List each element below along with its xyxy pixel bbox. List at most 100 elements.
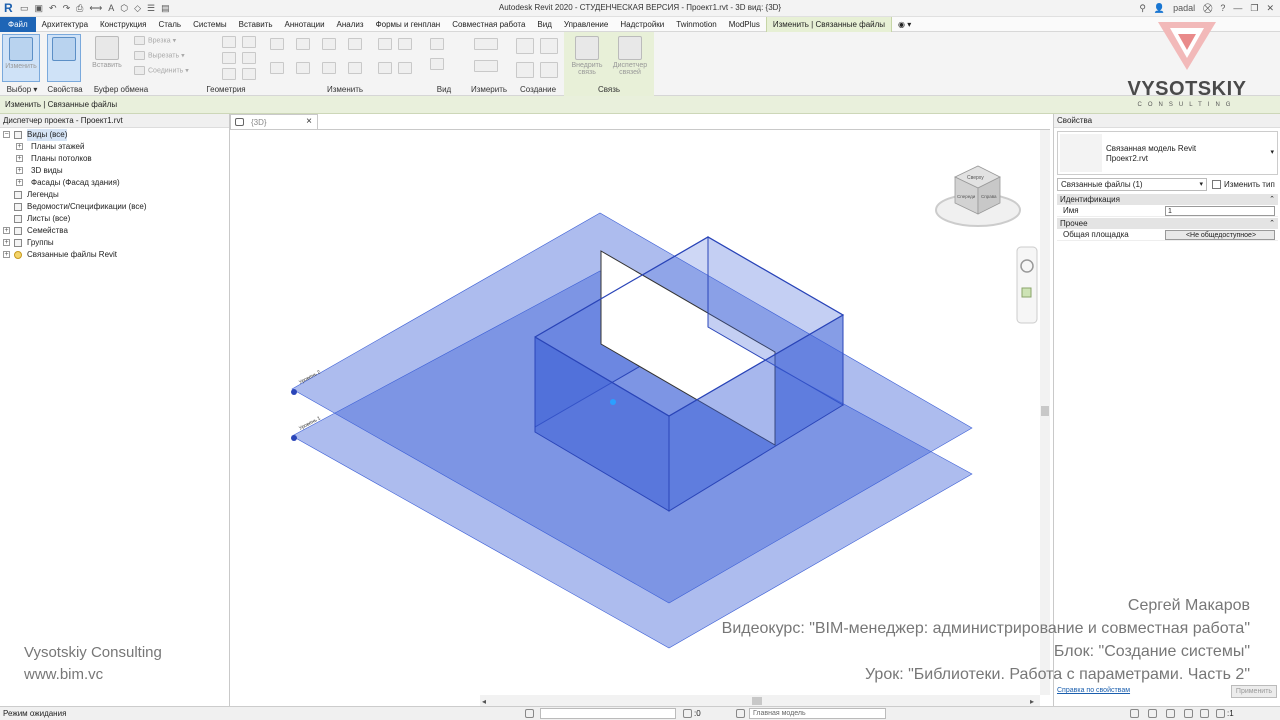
drag-elements-icon[interactable] [1200,709,1209,718]
collapse-icon[interactable]: − [3,131,10,138]
select-by-face-icon[interactable] [1184,709,1193,718]
browser-item-views[interactable]: − Виды (все) [0,129,229,141]
expand-icon[interactable]: + [3,227,10,234]
selection-point[interactable] [610,399,616,405]
array-icon[interactable] [398,38,412,50]
geometry-tool-6-icon[interactable] [242,68,256,80]
tab-modify-links[interactable]: Изменить | Связанные файлы [765,16,893,32]
user-name[interactable]: padal [1173,2,1195,14]
expand-icon[interactable]: + [3,239,10,246]
hide-icon[interactable] [430,38,444,50]
worksets-icon[interactable] [525,709,534,718]
geometry-tool-1-icon[interactable] [222,36,236,48]
horizontal-scroll-thumb[interactable] [752,697,762,705]
tab-annotate[interactable]: Аннотации [279,17,331,32]
tab-insert[interactable]: Вставить [233,17,279,32]
tab-file[interactable]: Файл [0,16,36,32]
browser-item-3d-views[interactable]: + 3D виды [0,165,229,177]
help-icon[interactable]: ? [1220,2,1225,14]
offset-icon[interactable] [296,38,310,50]
paste-button[interactable]: Вставить [88,34,126,82]
section-other[interactable]: Прочее ⌃ [1057,218,1278,229]
dimension-tool-icon[interactable] [474,60,498,72]
browser-item-elevations[interactable]: + Фасады (Фасад здания) [0,177,229,189]
browser-item-floor-plans[interactable]: + Планы этажей [0,141,229,153]
level-head-lower[interactable] [291,435,297,441]
mirror-draw-icon[interactable] [348,38,362,50]
scroll-left-arrow-icon[interactable]: ◂ [482,697,486,706]
browser-item-schedules[interactable]: Ведомости/Спецификации (все) [0,201,229,213]
create-similar-icon[interactable] [516,38,534,54]
delete-icon[interactable] [398,62,412,74]
expand-icon[interactable]: + [16,167,23,174]
tab-modplus[interactable]: ModPlus [723,17,766,32]
level-head-upper[interactable] [291,389,297,395]
tab-view[interactable]: Вид [531,17,557,32]
geometry-tool-3-icon[interactable] [222,52,236,64]
shared-site-button[interactable]: <Не общедоступное> [1165,230,1275,240]
restore-icon[interactable]: ❐ [1250,2,1258,14]
tab-addins[interactable]: Надстройки [614,17,670,32]
expand-icon[interactable]: + [16,155,23,162]
browser-item-revit-links[interactable]: + Связанные файлы Revit [0,249,229,261]
create-group-icon[interactable] [540,38,558,54]
create-parts-icon[interactable] [516,62,534,78]
chevron-down-icon[interactable]: ▾ [1270,148,1274,156]
bind-link-button[interactable]: Внедрить связь [567,34,607,82]
editable-only-icon[interactable] [683,709,692,718]
expand-icon[interactable]: + [3,251,10,258]
type-selector[interactable]: Связанная модель Revit Проект2.rvt ▾ [1057,131,1278,175]
collapse-section-icon[interactable]: ⌃ [1269,194,1275,205]
tab-architecture[interactable]: Архитектура [36,17,94,32]
properties-help-link[interactable]: Справка по свойствам [1057,687,1130,694]
rotate-icon[interactable] [322,62,336,74]
group-label-select[interactable]: Выбор ▾ [0,85,44,94]
tab-structure[interactable]: Конструкция [94,17,152,32]
tab-steel[interactable]: Сталь [152,17,187,32]
zoom-icon[interactable] [1021,287,1032,298]
override-icon[interactable] [430,58,444,70]
create-assembly-icon[interactable] [540,62,558,78]
tab-systems[interactable]: Системы [187,17,233,32]
browser-item-sheets[interactable]: Листы (все) [0,213,229,225]
vertical-scroll-thumb[interactable] [1041,406,1049,416]
select-links-icon[interactable] [1130,709,1139,718]
close-icon[interactable]: ✕ [1266,2,1274,14]
cut-button[interactable]: Врезка ▾ [134,36,176,45]
user-icon[interactable]: 👤 [1154,2,1165,14]
copy-icon[interactable] [296,62,310,74]
section-identification[interactable]: Идентификация ⌃ [1057,194,1278,205]
tab-options-icon[interactable]: ◉ ▾ [892,17,917,32]
binoculars-icon[interactable]: ⚲ [1139,2,1146,14]
join-button[interactable]: Соединить ▾ [134,66,189,75]
tab-collaborate[interactable]: Совместная работа [446,17,531,32]
tab-analyze[interactable]: Анализ [331,17,370,32]
minimize-icon[interactable]: — [1233,2,1242,14]
pin-icon[interactable] [378,62,392,74]
align-icon[interactable] [270,38,284,50]
apply-button[interactable]: Применить [1231,685,1277,698]
move-icon[interactable] [270,62,284,74]
modify-button[interactable]: Изменить [2,34,40,82]
collapse-section-icon[interactable]: ⌃ [1269,218,1275,229]
browser-item-families[interactable]: + Семейства [0,225,229,237]
name-field[interactable]: 1 [1165,206,1275,216]
tab-twinmotion[interactable]: Twinmotion [670,17,722,32]
expand-icon[interactable]: + [16,179,23,186]
tab-massing[interactable]: Формы и генплан [370,17,447,32]
browser-item-ceiling-plans[interactable]: + Планы потолков [0,153,229,165]
browser-item-legends[interactable]: Легенды [0,189,229,201]
geometry-tool-5-icon[interactable] [222,68,236,80]
cutout-button[interactable]: Вырезать ▾ [134,51,185,60]
manage-links-button[interactable]: Диспетчер связей [609,34,651,82]
trim-icon[interactable] [348,62,362,74]
scroll-right-arrow-icon[interactable]: ▸ [1030,697,1034,706]
properties-button[interactable] [47,34,81,82]
filter-icon[interactable] [1216,709,1225,718]
measure-tool-icon[interactable] [474,38,498,50]
browser-item-groups[interactable]: + Группы [0,237,229,249]
instance-filter-dropdown[interactable]: Связанные файлы (1) ▾ [1057,178,1207,191]
workset-dropdown[interactable] [540,708,676,719]
close-view-icon[interactable]: × [306,116,312,127]
split-icon[interactable] [378,38,392,50]
